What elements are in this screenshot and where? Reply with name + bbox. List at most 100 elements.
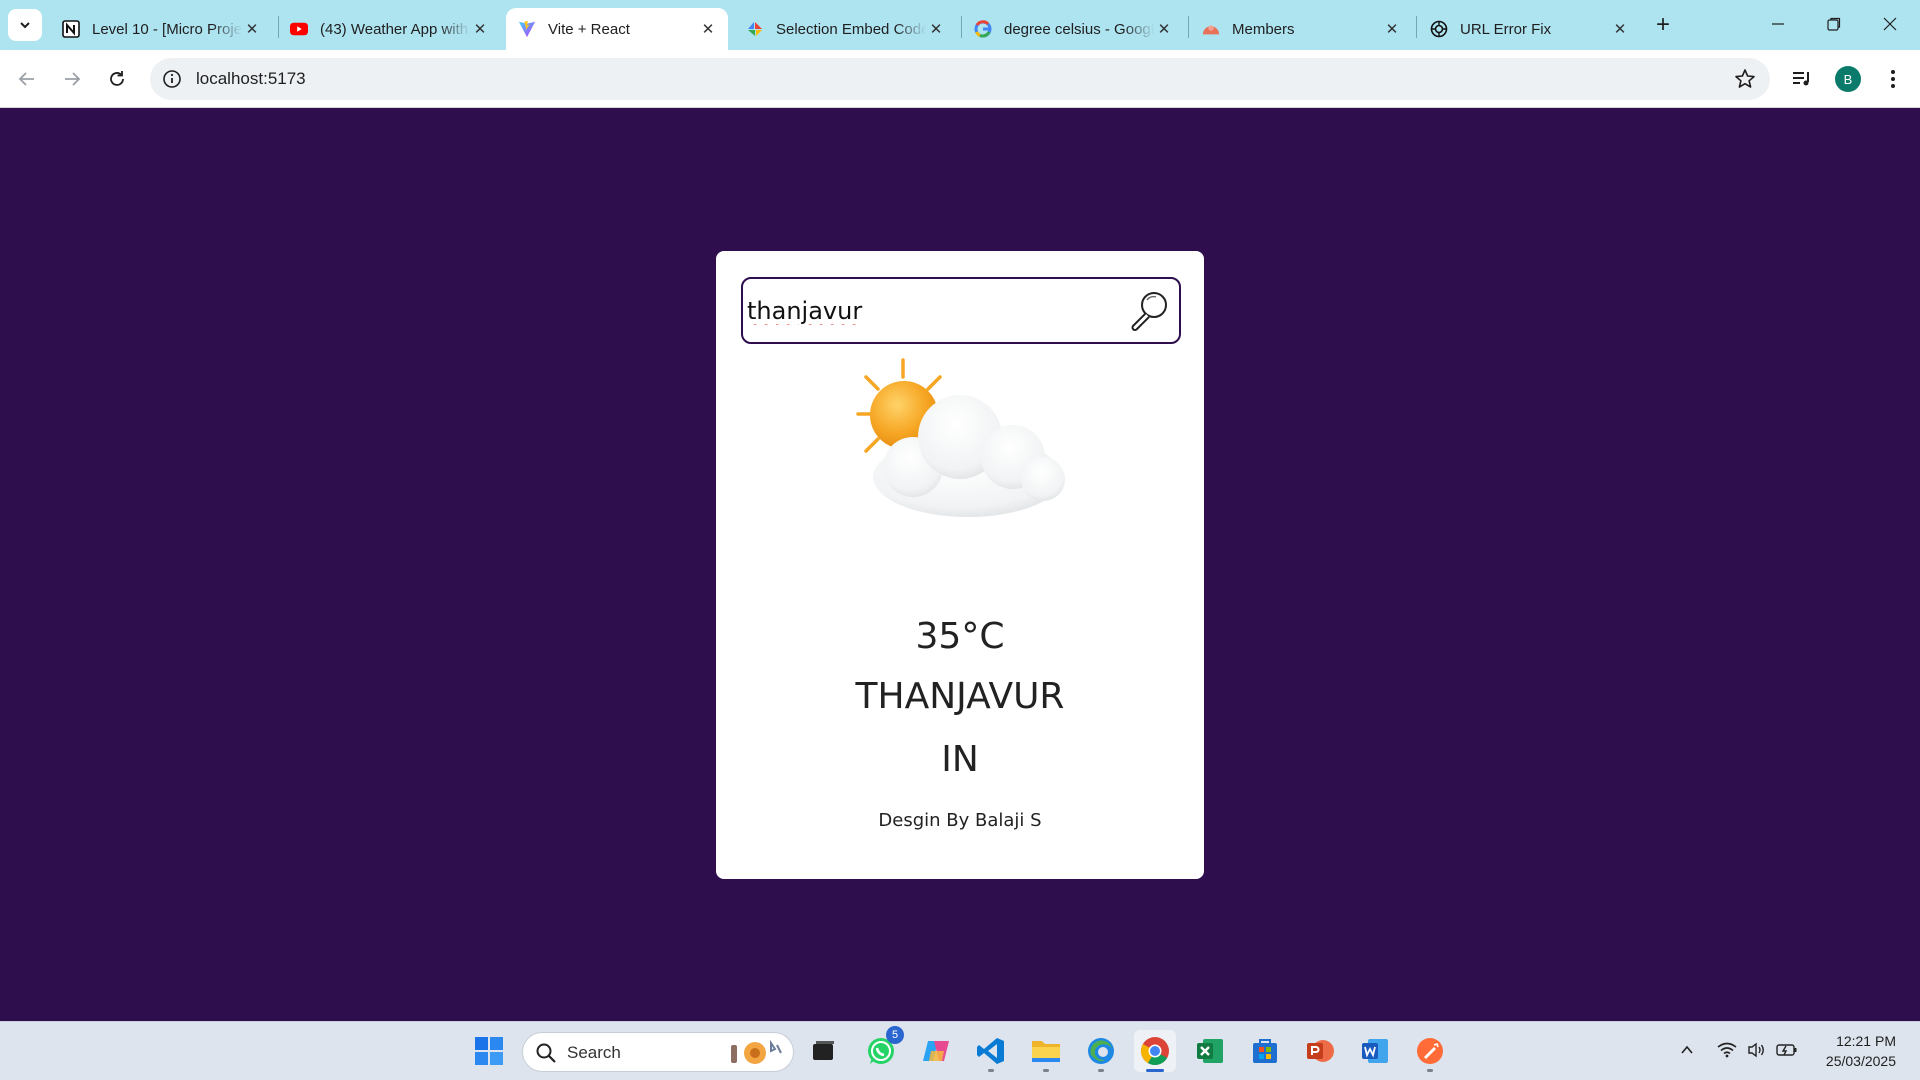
task-view-icon: [813, 1041, 834, 1060]
tab-title: degree celsius - Google Search: [1004, 20, 1154, 38]
forward-button[interactable]: [55, 62, 89, 96]
embed-icon: [746, 20, 764, 38]
close-icon[interactable]: ✕: [1382, 19, 1402, 39]
close-icon[interactable]: ✕: [1154, 19, 1174, 39]
system-clock[interactable]: 12:21 PM 25/03/2025: [1826, 1031, 1896, 1071]
close-icon[interactable]: ✕: [470, 19, 490, 39]
taskbar-copilot[interactable]: [915, 1030, 957, 1072]
taskbar-vscode[interactable]: [970, 1030, 1012, 1072]
media-controls-button[interactable]: [1785, 62, 1819, 96]
taskbar-excel[interactable]: [1189, 1030, 1231, 1072]
tab-title: (43) Weather App with React: [320, 20, 470, 38]
tab-members[interactable]: Members ✕: [1190, 8, 1412, 50]
clock-time: 12:21 PM: [1836, 1033, 1896, 1049]
tab-notion[interactable]: Level 10 - [Micro Project] ✕: [50, 8, 272, 50]
tab-youtube[interactable]: (43) Weather App with React ✕: [278, 8, 500, 50]
back-button[interactable]: [10, 62, 44, 96]
minimize-button[interactable]: [1750, 0, 1806, 48]
notification-badge: 5: [886, 1026, 904, 1044]
volume-status[interactable]: [1745, 1038, 1769, 1062]
close-icon[interactable]: ✕: [698, 19, 718, 39]
temperature-value: 35°C: [915, 616, 1005, 657]
tab-title: URL Error Fix: [1460, 20, 1552, 38]
running-indicator: [1043, 1069, 1049, 1072]
minimize-icon: [1772, 23, 1784, 25]
new-tab-button[interactable]: +: [1648, 10, 1678, 40]
tab-title: Vite + React: [548, 20, 630, 38]
taskbar-postman[interactable]: [1409, 1030, 1451, 1072]
start-button[interactable]: [468, 1030, 510, 1072]
wifi-icon: [1717, 1042, 1737, 1058]
tab-search-button[interactable]: [8, 9, 42, 41]
reload-button[interactable]: [100, 62, 134, 96]
country-code: IN: [941, 739, 979, 780]
address-bar[interactable]: localhost:5173: [150, 58, 1770, 100]
restore-icon: [1827, 17, 1841, 31]
profile-button[interactable]: B: [1831, 62, 1865, 96]
battery-status[interactable]: [1775, 1038, 1799, 1062]
city-search-input[interactable]: [747, 289, 1117, 333]
clock-date: 25/03/2025: [1825, 1053, 1896, 1069]
close-icon[interactable]: ✕: [242, 19, 262, 39]
taskbar-task-view[interactable]: [802, 1030, 844, 1072]
running-indicator: [1098, 1069, 1104, 1072]
tab-title: Selection Embed Code: [776, 20, 926, 38]
search-bar: [741, 277, 1181, 344]
postman-icon: [1417, 1038, 1443, 1064]
plus-icon: +: [1655, 11, 1670, 38]
tab-url-error-fix[interactable]: URL Error Fix ✕: [1418, 8, 1640, 50]
media-queue-icon: [1793, 72, 1809, 86]
tab-title: Level 10 - [Micro Project]: [92, 20, 242, 38]
avatar: B: [1835, 66, 1861, 92]
info-icon[interactable]: [162, 69, 182, 89]
members-icon: [1202, 20, 1220, 38]
taskbar-powerpoint[interactable]: [1299, 1030, 1341, 1072]
tab-google-search[interactable]: degree celsius - Google Search ✕: [962, 8, 1184, 50]
taskbar-store[interactable]: [1244, 1030, 1286, 1072]
address-text: localhost:5173: [196, 69, 306, 88]
search-highlight-icon: [731, 1039, 782, 1064]
youtube-icon: [290, 20, 308, 38]
running-indicator: [1146, 1069, 1164, 1072]
taskbar-chrome[interactable]: [1134, 1030, 1176, 1072]
taskbar-file-explorer[interactable]: [1025, 1030, 1067, 1072]
tab-vite-react[interactable]: Vite + React ✕: [506, 8, 728, 50]
browser-toolbar: localhost:5173 B: [0, 50, 1920, 108]
taskbar-whatsapp[interactable]: 5: [860, 1026, 904, 1072]
notion-icon: [62, 20, 80, 38]
partly-cloudy-icon: [838, 357, 1088, 537]
google-icon: [974, 20, 992, 38]
footer-credit: Desgin By Balaji S: [878, 810, 1042, 831]
excel-icon: [1197, 1039, 1223, 1063]
weather-app-page: 35°C THANJAVUR IN Desgin By Balaji S: [0, 108, 1920, 1021]
show-hidden-icons-button[interactable]: [1675, 1038, 1699, 1062]
vscode-icon: [977, 1038, 1004, 1064]
store-icon: [1253, 1039, 1277, 1063]
reload-icon: [110, 71, 124, 86]
tab-selection-embed[interactable]: Selection Embed Code ✕: [734, 8, 956, 50]
restore-button[interactable]: [1806, 0, 1862, 48]
taskbar-search[interactable]: Search: [522, 1032, 794, 1072]
close-icon: [1883, 17, 1897, 31]
powerpoint-icon: [1307, 1040, 1334, 1062]
close-icon[interactable]: ✕: [926, 19, 946, 39]
tab-strip: Level 10 - [Micro Project] ✕ (43) Weathe…: [0, 0, 1920, 50]
close-window-button[interactable]: [1862, 0, 1918, 48]
windows-logo-icon: [475, 1037, 503, 1065]
battery-charging-icon: [1776, 1044, 1797, 1056]
search-icon: [536, 1043, 556, 1063]
weather-card: 35°C THANJAVUR IN Desgin By Balaji S: [716, 251, 1204, 879]
search-icon: [1131, 292, 1167, 331]
star-icon[interactable]: [1734, 68, 1756, 90]
running-indicator: [1427, 1069, 1433, 1072]
copilot-icon: [923, 1041, 949, 1061]
search-button[interactable]: [1127, 287, 1173, 333]
more-vertical-icon: [1891, 70, 1895, 88]
arrow-right-icon: [65, 72, 81, 86]
speaker-icon: [1748, 1042, 1764, 1058]
wifi-status[interactable]: [1715, 1038, 1739, 1062]
taskbar-word[interactable]: [1354, 1030, 1396, 1072]
browser-menu-button[interactable]: [1876, 62, 1910, 96]
close-icon[interactable]: ✕: [1610, 19, 1630, 39]
taskbar-edge[interactable]: [1080, 1030, 1122, 1072]
